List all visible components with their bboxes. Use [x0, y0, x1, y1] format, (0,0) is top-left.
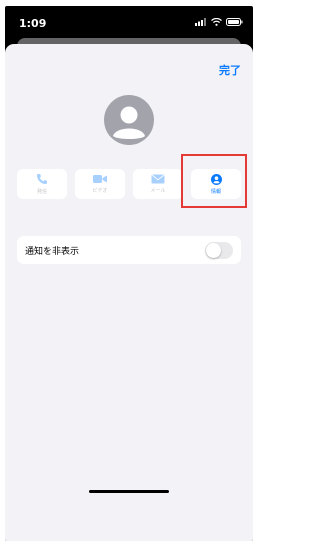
contact-avatar [104, 95, 154, 145]
status-time: 1:09 [19, 17, 47, 30]
highlight-annotation-box [181, 154, 247, 208]
phone-screen: 1:09 完了 発信 ビデオ メール 情報 通知を非表示 [5, 6, 253, 541]
status-bar: 1:09 [5, 6, 253, 42]
signal-icon [195, 18, 206, 26]
call-action-button[interactable]: 発信 [17, 169, 67, 199]
phone-icon [37, 174, 47, 184]
video-action-label: ビデオ [92, 188, 108, 194]
mail-action-button[interactable]: メール [133, 169, 183, 199]
hide-alerts-label: 通知を非表示 [25, 247, 80, 257]
mail-icon [151, 174, 165, 184]
toggle-knob [206, 243, 221, 258]
home-indicator[interactable] [89, 490, 169, 493]
hide-alerts-row: 通知を非表示 [17, 236, 241, 264]
battery-icon [226, 18, 243, 26]
call-action-label: 発信 [36, 189, 47, 195]
contact-info-sheet: 完了 発信 ビデオ メール 情報 通知を非表示 [5, 44, 253, 541]
hide-alerts-toggle[interactable] [205, 242, 233, 259]
video-icon [93, 175, 107, 183]
wifi-icon [211, 18, 222, 26]
mail-action-label: メール [150, 188, 166, 194]
video-action-button[interactable]: ビデオ [75, 169, 125, 199]
status-icons [195, 18, 243, 26]
done-button[interactable]: 完了 [219, 62, 241, 78]
person-avatar-icon [113, 106, 145, 139]
